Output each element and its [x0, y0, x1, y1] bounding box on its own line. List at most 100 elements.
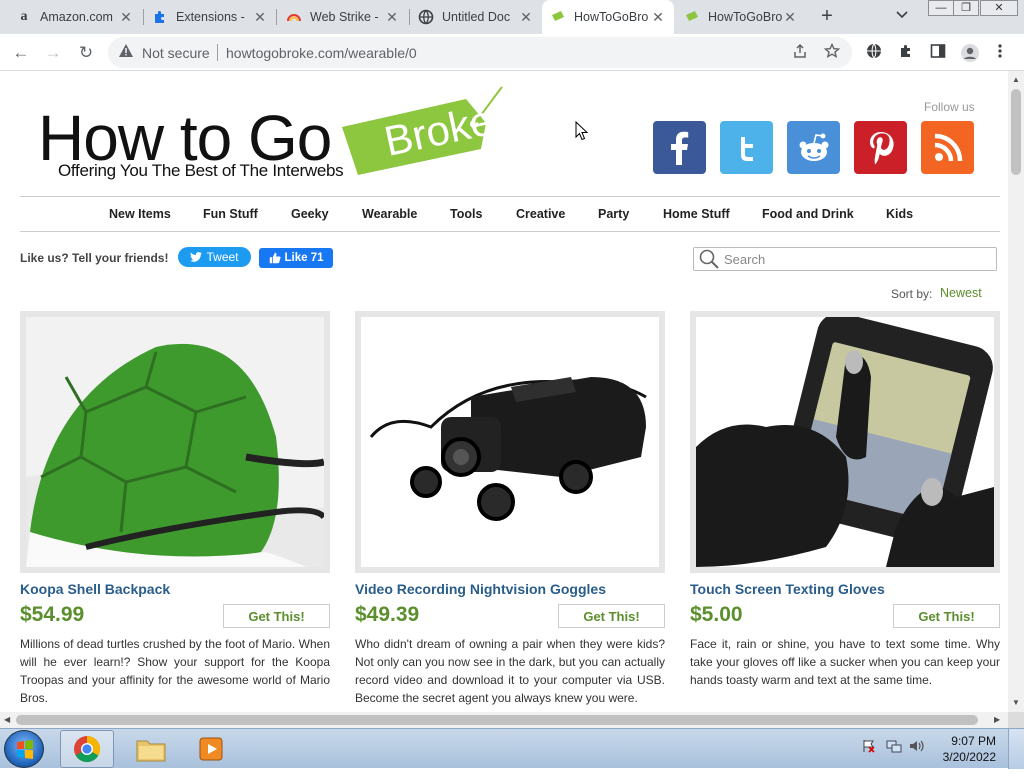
nav-wearable[interactable]: Wearable — [362, 207, 417, 221]
search-box[interactable] — [693, 247, 997, 271]
search-input[interactable] — [724, 250, 992, 268]
start-button[interactable] — [4, 730, 44, 768]
nav-creative[interactable]: Creative — [516, 207, 565, 221]
get-this-button[interactable]: Get This! — [893, 604, 1000, 628]
product-description: Millions of dead turtles crushed by the … — [20, 637, 330, 705]
close-icon[interactable]: ✕ — [650, 9, 666, 26]
media-player-icon — [199, 737, 223, 761]
amazon-icon: a — [20, 9, 28, 24]
product-price: $5.00 — [690, 603, 743, 626]
clock-time: 9:07 PM — [951, 734, 996, 748]
tab-howtogobroke-active[interactable]: HowToGoBro ✕ — [542, 0, 674, 34]
tab-howtogobroke[interactable]: HowToGoBro ✕ — [676, 0, 806, 34]
mouse-cursor-icon — [575, 121, 588, 141]
rss-icon[interactable] — [921, 121, 974, 174]
tab-strip: a Amazon.com ✕ Extensions - ✕ Web Strike… — [0, 0, 1024, 34]
product-image-koopa-shell[interactable] — [20, 311, 330, 573]
show-desktop-button[interactable] — [1008, 729, 1024, 769]
scroll-right-arrow-icon[interactable]: ▶ — [994, 715, 1000, 724]
product-image-texting-gloves[interactable] — [690, 311, 1000, 573]
side-panel-icon[interactable] — [930, 43, 946, 63]
minimize-button[interactable]: — — [928, 0, 954, 16]
system-tray — [862, 739, 925, 756]
new-tab-button[interactable]: + — [816, 6, 838, 28]
product-description: Who didn't dream of owning a pair when t… — [355, 637, 665, 705]
close-icon[interactable]: ✕ — [384, 9, 400, 26]
nav-food-and-drink[interactable]: Food and Drink — [762, 207, 854, 221]
bookmark-star-icon[interactable] — [823, 42, 841, 63]
nav-kids[interactable]: Kids — [886, 207, 913, 221]
tab-amazon[interactable]: a Amazon.com ✕ — [8, 0, 142, 34]
horizontal-scroll-thumb[interactable] — [16, 715, 978, 725]
taskbar-file-explorer[interactable] — [124, 730, 178, 768]
vertical-scroll-thumb[interactable] — [1011, 89, 1021, 175]
scroll-left-arrow-icon[interactable]: ◀ — [4, 715, 10, 724]
tweet-button[interactable]: Tweet — [178, 247, 251, 267]
vertical-scrollbar[interactable]: ▲ ▼ — [1008, 71, 1024, 712]
maximize-button[interactable]: ❐ — [953, 0, 979, 16]
close-window-button[interactable]: ✕ — [980, 0, 1018, 16]
nav-home-stuff[interactable]: Home Stuff — [663, 207, 730, 221]
nav-new-items[interactable]: New Items — [109, 207, 171, 221]
share-icon[interactable] — [792, 43, 808, 63]
url-text[interactable]: howtogobroke.com/wearable/0 — [226, 45, 417, 61]
facebook-icon[interactable] — [653, 121, 706, 174]
scrollbar-corner — [1008, 712, 1024, 728]
windows-taskbar: 9:07 PM 3/20/2022 — [0, 728, 1024, 769]
twitter-icon[interactable] — [720, 121, 773, 174]
sort-dropdown[interactable]: Newest — [940, 286, 982, 300]
product-title[interactable]: Touch Screen Texting Gloves — [690, 581, 885, 597]
address-bar[interactable]: Not secure howtogobroke.com/wearable/0 — [108, 37, 852, 68]
tab-untitled-doc[interactable]: Untitled Doc ✕ — [410, 0, 542, 34]
close-icon[interactable]: ✕ — [118, 9, 134, 26]
close-icon[interactable]: ✕ — [252, 9, 268, 26]
horizontal-scrollbar[interactable]: ◀ ▶ — [0, 712, 1008, 728]
back-button[interactable]: ← — [8, 40, 34, 66]
extensions-puzzle-icon[interactable] — [898, 43, 914, 63]
get-this-button[interactable]: Get This! — [558, 604, 665, 628]
close-icon[interactable]: ✕ — [518, 9, 534, 26]
search-icon — [698, 249, 720, 269]
web-extension-icon[interactable] — [866, 43, 882, 63]
product-title[interactable]: Koopa Shell Backpack — [20, 581, 170, 597]
product-image-nightvision-goggles[interactable] — [355, 311, 665, 573]
kebab-menu-icon[interactable] — [998, 43, 1002, 63]
pinterest-icon[interactable] — [854, 121, 907, 174]
profile-avatar-icon[interactable] — [960, 43, 980, 67]
twitter-bird-icon — [190, 252, 203, 262]
taskbar-chrome[interactable] — [60, 730, 114, 768]
fb-like-label: Like 71 — [284, 252, 324, 264]
nav-party[interactable]: Party — [598, 207, 629, 221]
network-icon[interactable] — [886, 740, 906, 756]
tab-web-strike[interactable]: Web Strike - ✕ — [278, 0, 408, 34]
warning-icon[interactable] — [118, 43, 134, 61]
nav-fun-stuff[interactable]: Fun Stuff — [203, 207, 258, 221]
reload-button[interactable]: ↻ — [73, 40, 99, 66]
forward-button[interactable]: → — [40, 40, 66, 66]
product-title[interactable]: Video Recording Nightvision Goggles — [355, 581, 606, 597]
tab-divider — [276, 9, 277, 25]
product-description: Face it, rain or shine, you have to text… — [690, 637, 1000, 687]
action-center-flag-icon[interactable] — [862, 740, 880, 756]
chrome-icon — [74, 735, 101, 763]
system-clock[interactable]: 9:07 PM 3/20/2022 — [920, 733, 996, 765]
category-nav: New Items Fun Stuff Geeky Wearable Tools… — [20, 196, 1000, 232]
reddit-icon[interactable] — [787, 121, 840, 174]
get-this-button[interactable]: Get This! — [223, 604, 330, 628]
product-card: Koopa Shell Backpack $54.99 Get This! Mi… — [20, 311, 330, 711]
omnibox-divider — [217, 44, 218, 61]
tab-extensions[interactable]: Extensions - ✕ — [144, 0, 276, 34]
security-label[interactable]: Not secure — [142, 45, 210, 61]
browser-toolbar: ← → ↻ Not secure howtogobroke.com/wearab… — [0, 34, 1024, 71]
scroll-down-arrow-icon[interactable]: ▼ — [1012, 698, 1020, 707]
nav-geeky[interactable]: Geeky — [291, 207, 329, 221]
facebook-like-button[interactable]: Like 71 — [259, 248, 333, 268]
nav-tools[interactable]: Tools — [450, 207, 482, 221]
windows-logo-icon — [17, 740, 33, 759]
site-logo[interactable]: How to Go Broke Offering You The Best of… — [36, 79, 506, 191]
close-icon[interactable]: ✕ — [782, 9, 798, 26]
scroll-up-arrow-icon[interactable]: ▲ — [1012, 75, 1020, 84]
page-viewport: How to Go Broke Offering You The Best of… — [0, 71, 1008, 712]
chevron-down-icon[interactable] — [896, 8, 908, 22]
taskbar-media-player[interactable] — [184, 730, 238, 768]
